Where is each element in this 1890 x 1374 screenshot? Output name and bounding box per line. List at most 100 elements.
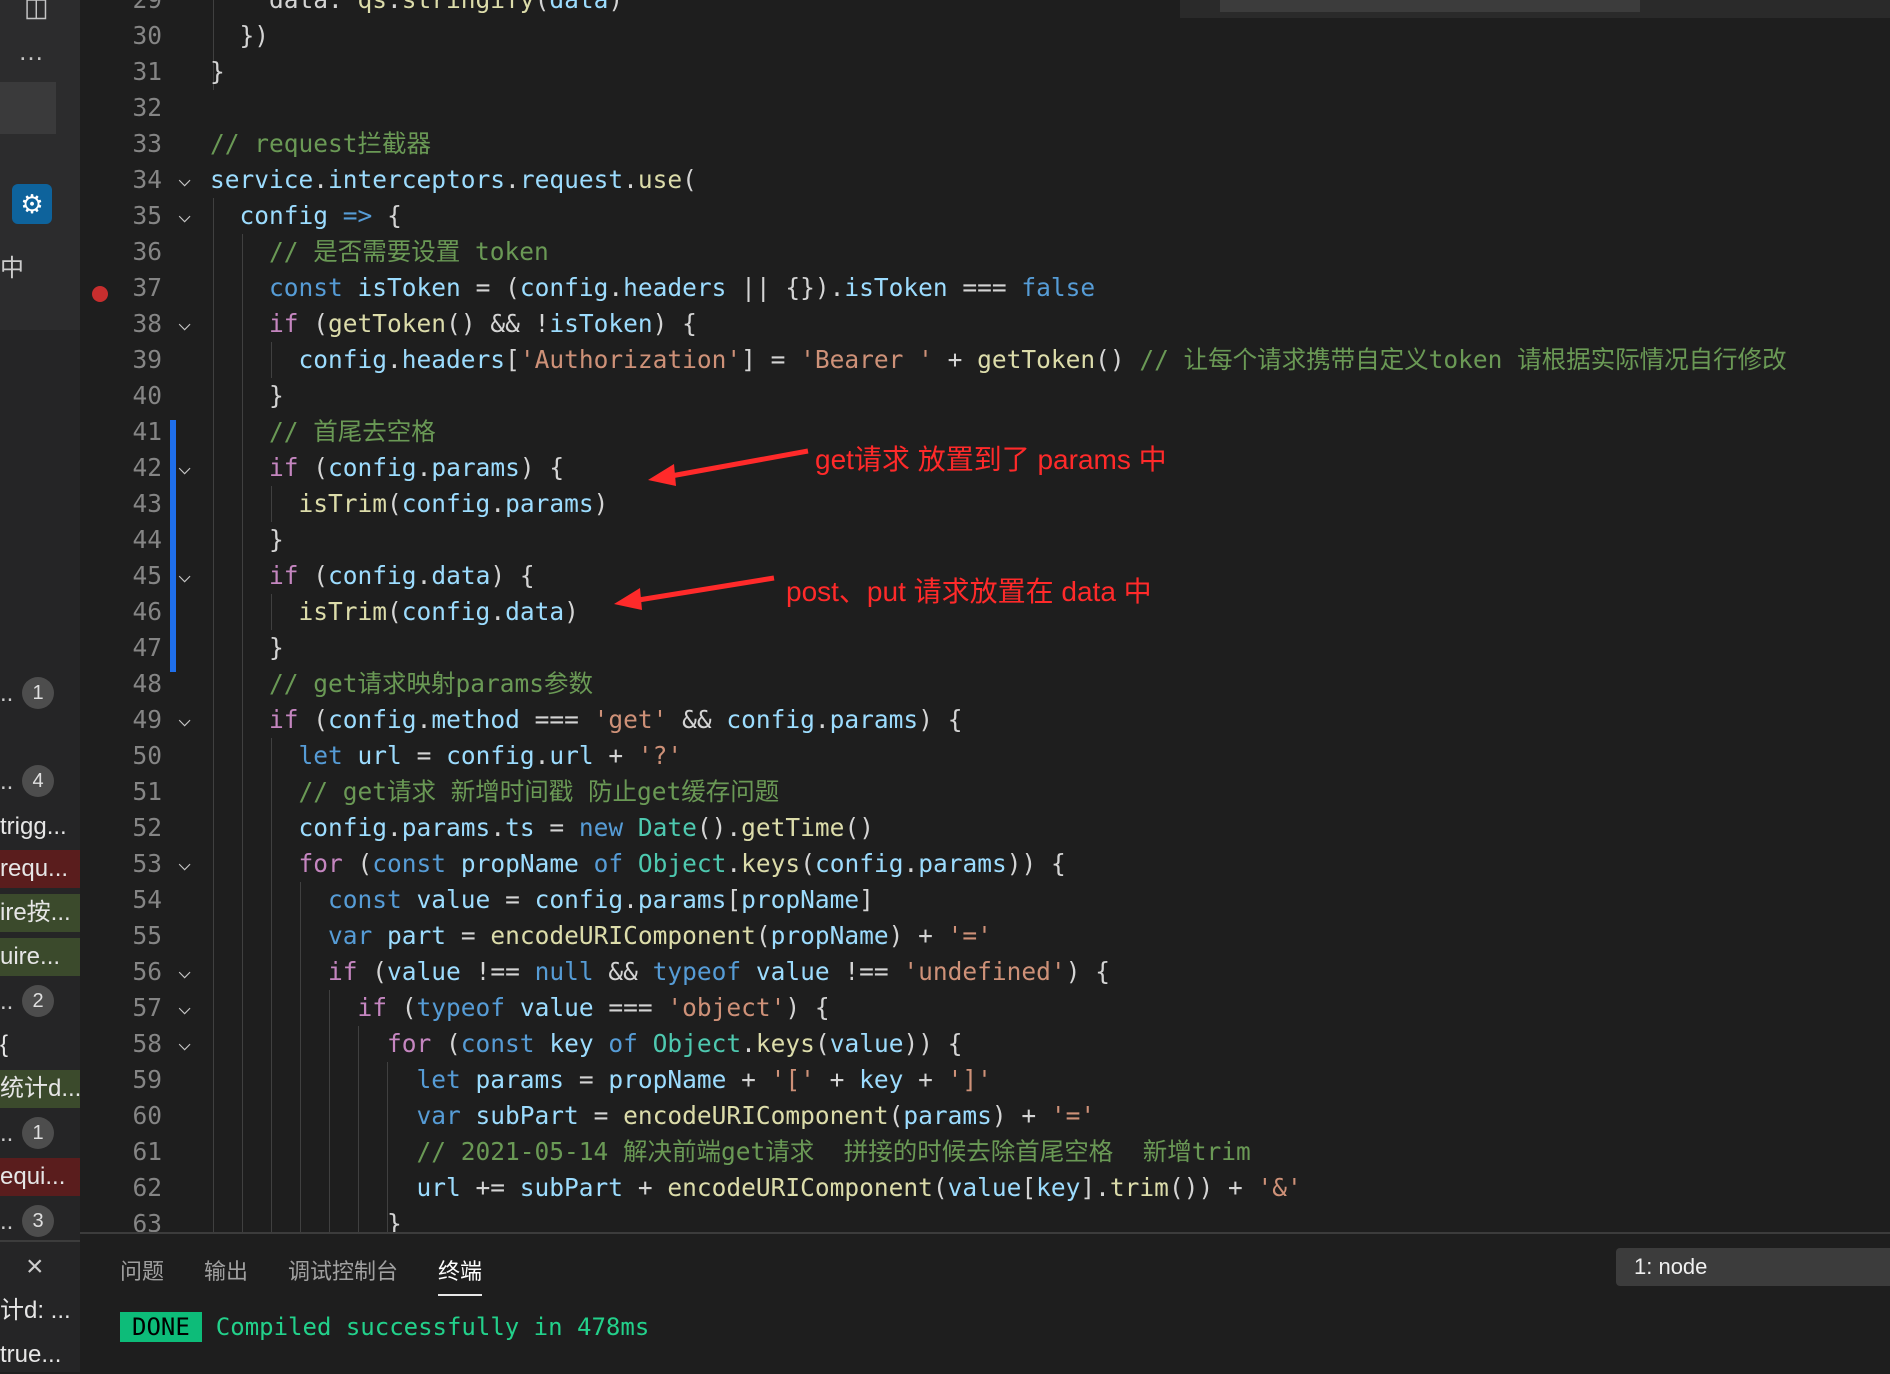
code-token: . [534,741,550,770]
code-line[interactable]: 43 isTrim(config.params) [80,486,1890,522]
sidebar-item[interactable]: 计d: ... [0,1292,80,1330]
line-number: 41 [132,417,162,446]
code-token: getToken [328,309,447,338]
code-token: config [328,561,417,590]
code-line[interactable]: 54 const value = config.params[propName] [80,882,1890,918]
code-line[interactable]: 55 var part = encodeURIComponent(propNam… [80,918,1890,954]
code-token: const [328,885,402,914]
close-icon[interactable]: × [26,1250,44,1284]
sidebar-item[interactable]: trigg... [0,808,80,846]
sidebar-item[interactable]: uire... [0,938,80,976]
fold-chevron-icon[interactable]: ⌵ [178,846,191,882]
code-line[interactable]: 32 [80,90,1890,126]
code-token: propName [608,1065,727,1094]
sidebar-item[interactable]: ire按... [0,894,80,932]
code-line[interactable]: 62 url += subPart + encodeURIComponent(v… [80,1170,1890,1206]
fold-chevron-icon[interactable]: ⌵ [178,162,191,198]
fold-chevron-icon[interactable]: ⌵ [178,198,191,234]
code-line[interactable]: 39 config.headers['Authorization'] = 'Be… [80,342,1890,378]
sidebar-item-truncated[interactable]: .. [0,768,13,796]
code-line[interactable]: 60 var subPart = encodeURIComponent(para… [80,1098,1890,1134]
code-line[interactable]: 33 // request拦截器 [80,126,1890,162]
sidebar-item[interactable]: equi... [0,1158,80,1196]
code-token: ts [505,813,535,842]
code-line[interactable]: 56 ⌵ if (value !== null && typeof value !… [80,954,1890,990]
code-line[interactable]: 40 } [80,378,1890,414]
code-line[interactable]: 53 ⌵ for (const propName of Object.keys(c… [80,846,1890,882]
code-token: // get请求 新增时间戳 防止get缓存问题 [298,777,780,806]
code-line[interactable]: 31} [80,54,1890,90]
code-line[interactable]: 36 // 是否需要设置 token [80,234,1890,270]
line-number: 53 [132,849,162,878]
tab-debug-console[interactable]: 调试控制台 [288,1254,398,1286]
code-token: } [210,381,284,410]
code-line[interactable]: 57 ⌵ if (typeof value === 'object') { [80,990,1890,1026]
fold-chevron-icon[interactable]: ⌵ [178,990,191,1026]
tab-terminal[interactable]: 终端 [438,1254,483,1296]
line-number: 49 [132,705,162,734]
code-token: ( [342,849,373,878]
code-token: data [549,0,608,14]
sidebar-item[interactable]: 统计d... [0,1070,80,1108]
code-line[interactable]: 35 ⌵ config => { [80,198,1890,234]
code-line[interactable]: 29 data: qs.stringify(data) [80,0,1890,18]
code-line[interactable]: 34 ⌵ service.interceptors.request.use( [80,162,1890,198]
tab-output[interactable]: 输出 [204,1254,248,1286]
fold-chevron-icon[interactable]: ⌵ [178,954,191,990]
code-token: if [357,993,388,1022]
code-token: '?' [637,741,683,770]
extension-icon[interactable]: ◫ [24,0,49,23]
code-line[interactable]: 47 } [80,630,1890,666]
active-view-highlight [0,82,56,134]
sidebar-item-truncated[interactable]: .. [0,680,13,708]
tab-problems[interactable]: 问题 [120,1254,164,1286]
terminal-selector[interactable]: 1: node [1616,1248,1890,1286]
code-token: const [269,273,343,302]
code-token: ( [357,957,388,986]
code-editor[interactable]: 29 data: qs.stringify(data)30 })31}3233/… [80,0,1890,1232]
sidebar-item-truncated[interactable]: .. [0,1120,13,1148]
line-number: 31 [132,57,162,86]
code-line[interactable]: 49 ⌵ if (config.method === 'get' && confi… [80,702,1890,738]
more-actions-icon[interactable]: … [18,36,44,67]
fold-chevron-icon[interactable]: ⌵ [178,1026,191,1062]
fold-chevron-icon[interactable]: ⌵ [178,702,191,738]
code-line[interactable]: 37 const isToken = (config.headers || {}… [80,270,1890,306]
code-line[interactable]: 38 ⌵ if (getToken() && !isToken) { [80,306,1890,342]
code-line[interactable]: 50 let url = config.url + '?' [80,738,1890,774]
code-line[interactable]: 30 }) [80,18,1890,54]
code-token: config [726,705,815,734]
sidebar-item[interactable]: requ... [0,850,80,888]
sidebar-item[interactable]: { [0,1026,80,1064]
settings-gear-icon[interactable]: ⚙ [12,184,52,224]
code-line[interactable]: 59 let params = propName + '[' + key + '… [80,1062,1890,1098]
sidebar-item-truncated[interactable]: .. [0,988,13,1016]
code-line[interactable]: 58 ⌵ for (const key of Object.keys(value)… [80,1026,1890,1062]
code-token: headers [401,345,506,374]
code-line[interactable]: 52 config.params.ts = new Date().getTime… [80,810,1890,846]
sidebar-item[interactable]: true... [0,1336,80,1372]
code-token: data: [210,0,358,14]
code-token: . [726,849,742,878]
code-line[interactable]: 61 // 2021-05-14 解决前端get请求 拼接的时候去除首尾空格 新… [80,1134,1890,1170]
code-line[interactable]: 63 } [80,1206,1890,1232]
fold-chevron-icon[interactable]: ⌵ [178,450,191,486]
line-number: 59 [132,1065,162,1094]
code-token: of [608,1029,638,1058]
code-line[interactable]: 51 // get请求 新增时间戳 防止get缓存问题 [80,774,1890,810]
fold-chevron-icon[interactable]: ⌵ [178,558,191,594]
fold-chevron-icon[interactable]: ⌵ [178,306,191,342]
code-line[interactable]: 48 // get请求映射params参数 [80,666,1890,702]
code-token: let [298,741,343,770]
code-line[interactable]: 44 } [80,522,1890,558]
code-token: let [416,1065,461,1094]
code-token: () [844,813,874,842]
code-token: ( [387,993,417,1022]
sidebar-item-truncated[interactable]: .. [0,1208,13,1236]
